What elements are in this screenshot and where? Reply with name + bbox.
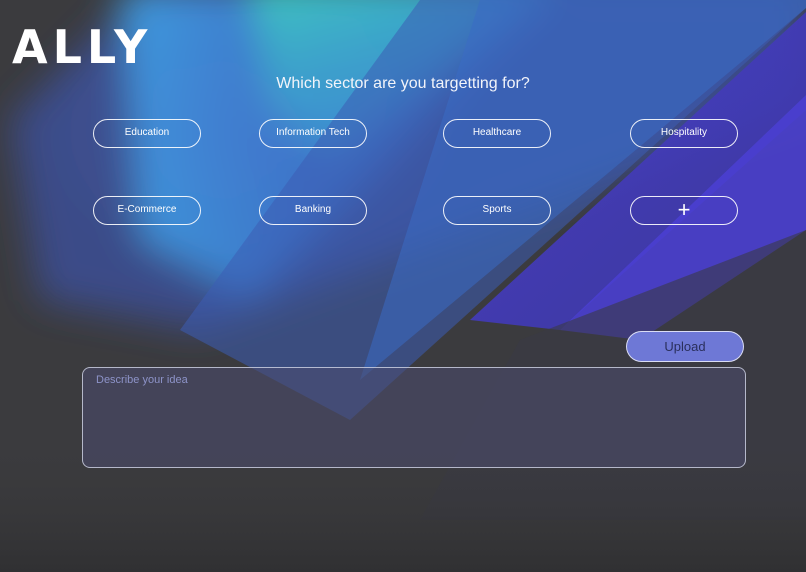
sector-chip-education[interactable]: Education <box>93 119 201 148</box>
sector-chip-e-commerce[interactable]: E-Commerce <box>93 196 201 225</box>
add-sector-button[interactable]: + <box>630 196 738 225</box>
idea-description-input[interactable] <box>82 367 746 468</box>
sector-chip-information-tech[interactable]: Information Tech <box>259 119 367 148</box>
app-screen: ALLY Which sector are you targetting for… <box>0 0 806 572</box>
sector-chip-banking[interactable]: Banking <box>259 196 367 225</box>
upload-button[interactable]: Upload <box>626 331 744 362</box>
plus-icon: + <box>677 197 691 222</box>
sector-question: Which sector are you targetting for? <box>276 75 530 92</box>
sector-chip-healthcare[interactable]: Healthcare <box>443 119 551 148</box>
sector-chip-hospitality[interactable]: Hospitality <box>630 119 738 148</box>
ally-logo: ALLY <box>12 20 153 74</box>
sector-chip-sports[interactable]: Sports <box>443 196 551 225</box>
